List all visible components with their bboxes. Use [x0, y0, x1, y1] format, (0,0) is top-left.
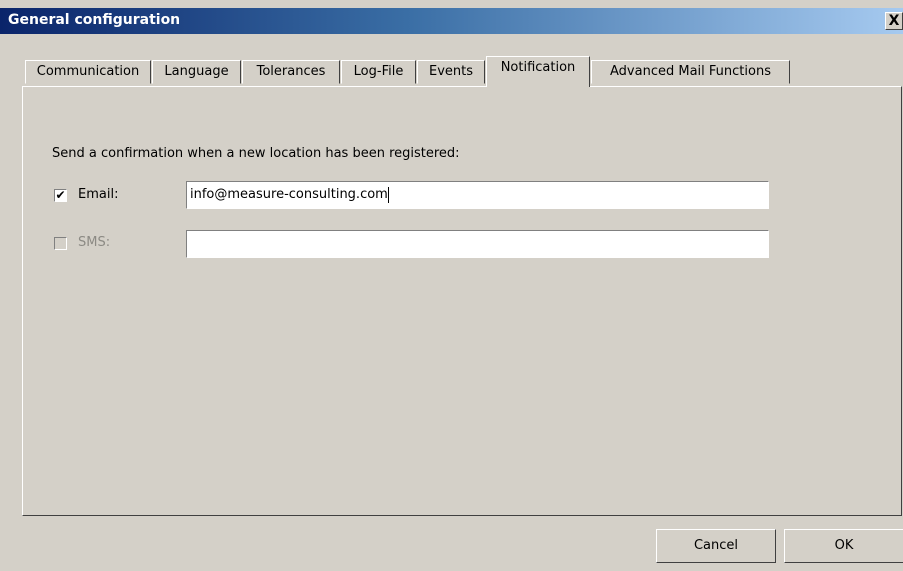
title-bar[interactable]: General configuration X: [0, 8, 903, 34]
email-label: Email:: [78, 187, 119, 202]
tab-communication[interactable]: Communication: [25, 60, 151, 84]
config-dialog: General configuration X Communication La…: [0, 0, 903, 571]
tab-log-file[interactable]: Log-File: [341, 60, 416, 84]
sms-checkbox[interactable]: [54, 237, 67, 250]
window-title: General configuration: [8, 12, 181, 28]
tab-tolerances[interactable]: Tolerances: [242, 60, 340, 84]
email-field[interactable]: info@measure-consulting.com: [186, 181, 769, 209]
ok-button[interactable]: OK: [784, 529, 903, 563]
email-checkbox[interactable]: ✔: [54, 189, 67, 202]
tab-events[interactable]: Events: [417, 60, 485, 84]
text-caret: [387, 186, 389, 203]
confirmation-prompt: Send a confirmation when a new location …: [52, 146, 460, 161]
tab-advanced-mail-functions[interactable]: Advanced Mail Functions: [591, 60, 790, 84]
tab-language[interactable]: Language: [152, 60, 241, 84]
cancel-button[interactable]: Cancel: [656, 529, 776, 563]
tab-notification[interactable]: Notification: [486, 56, 590, 87]
sms-field[interactable]: [186, 230, 769, 258]
email-value: info@measure-consulting.com: [190, 187, 388, 202]
sms-label: SMS:: [78, 235, 111, 250]
close-icon[interactable]: X: [885, 12, 903, 30]
